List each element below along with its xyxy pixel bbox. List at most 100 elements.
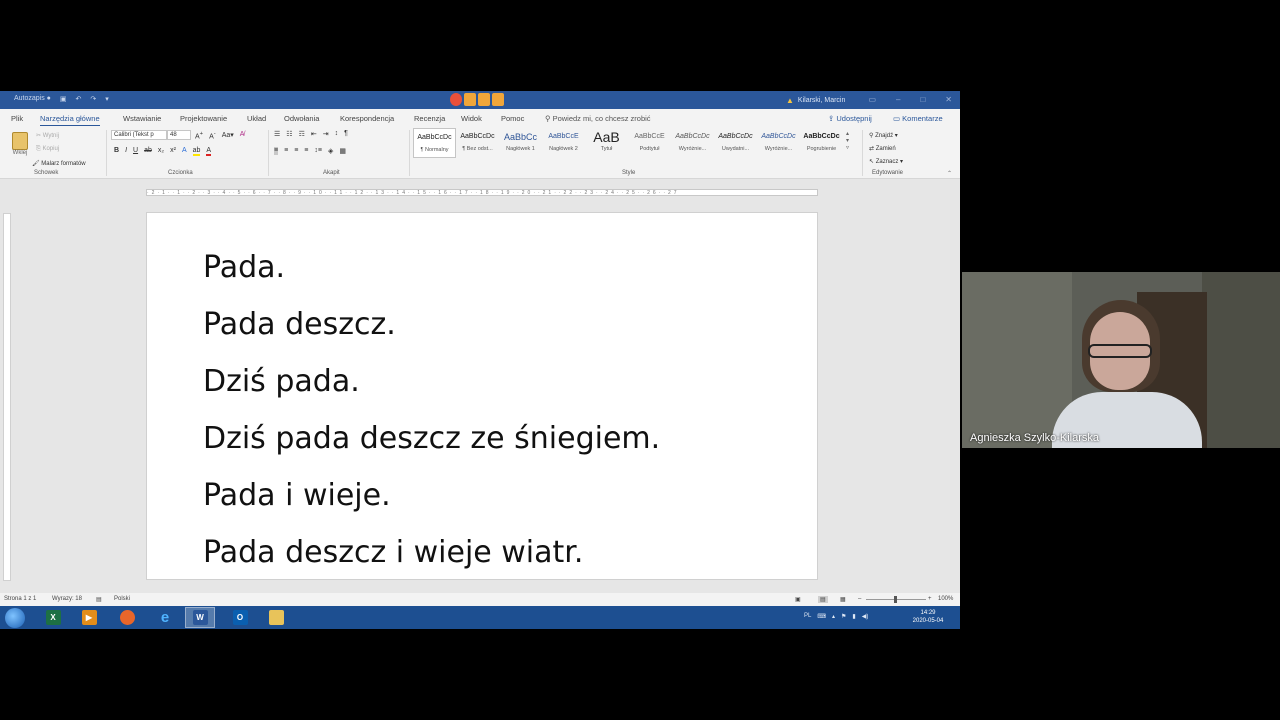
- word-count[interactable]: Wyrazy: 18: [52, 596, 82, 602]
- tab-references[interactable]: Odwołania: [284, 114, 319, 123]
- grow-font-icon[interactable]: A+: [195, 131, 203, 140]
- keyboard-icon[interactable]: ⌨: [817, 613, 826, 620]
- sort-icon[interactable]: ↕: [335, 130, 339, 138]
- taskbar-app-firefox[interactable]: [112, 607, 142, 628]
- collapse-ribbon-icon[interactable]: ⌃: [947, 170, 952, 177]
- redo-icon[interactable]: ↷: [90, 95, 96, 103]
- network-icon[interactable]: ▮: [852, 613, 855, 620]
- tab-design[interactable]: Projektowanie: [180, 114, 227, 123]
- taskbar-app-internet-explorer[interactable]: e: [150, 607, 180, 628]
- print-layout-icon[interactable]: ▤: [818, 596, 828, 603]
- paste-button[interactable]: Wklej: [8, 132, 32, 156]
- pilcrow-icon[interactable]: ¶: [344, 130, 348, 138]
- zoom-in-icon[interactable]: +: [928, 596, 932, 602]
- tab-help[interactable]: Pomoc: [501, 114, 524, 123]
- align-center-icon[interactable]: ≡: [284, 147, 288, 155]
- shading-icon[interactable]: ◈: [328, 147, 333, 155]
- taskbar-app-excel[interactable]: X: [38, 607, 68, 628]
- style-title[interactable]: AaB Tytuł: [585, 128, 628, 158]
- save-icon[interactable]: ▣: [60, 95, 67, 103]
- language-indicator[interactable]: PL: [804, 613, 811, 620]
- align-right-icon[interactable]: ≡: [294, 147, 298, 155]
- format-painter-button[interactable]: 🖌 Malarz formatów: [32, 160, 86, 167]
- change-case-icon[interactable]: Aa▾: [222, 131, 234, 140]
- page-count[interactable]: Strona 1 z 1: [4, 596, 36, 602]
- justify-icon[interactable]: ≡: [304, 147, 308, 155]
- taskbar-app-outlook[interactable]: O: [225, 607, 255, 628]
- zoom-level[interactable]: 100%: [938, 596, 953, 602]
- start-button[interactable]: [5, 608, 25, 628]
- tab-view[interactable]: Widok: [461, 114, 482, 123]
- mic-icon[interactable]: [478, 93, 490, 106]
- share-screen-icon[interactable]: [492, 93, 504, 106]
- camera-icon[interactable]: [464, 93, 476, 106]
- zoom-out-icon[interactable]: –: [858, 596, 861, 602]
- comments-button[interactable]: ▭ Komentarze: [893, 114, 943, 123]
- flag-icon[interactable]: ⚑: [841, 613, 846, 620]
- document-line[interactable]: Pada deszcz.: [203, 296, 660, 353]
- document-line[interactable]: Pada deszcz i wieje wiatr.: [203, 524, 660, 581]
- styles-scroll[interactable]: ▴ ▾ ▿: [846, 130, 849, 151]
- multilevel-list-icon[interactable]: ☶: [299, 130, 305, 138]
- taskbar-app-file-explorer[interactable]: [261, 607, 291, 628]
- style-no-spacing[interactable]: AaBbCcDc ¶ Bez odst...: [456, 128, 499, 158]
- borders-icon[interactable]: ▦: [339, 147, 346, 155]
- underline-icon[interactable]: U: [133, 147, 138, 156]
- cut-button[interactable]: ✂ Wytnij: [36, 132, 59, 139]
- zoom-slider-thumb[interactable]: [894, 596, 897, 603]
- taskbar-app-word[interactable]: W: [185, 607, 215, 628]
- subscript-icon[interactable]: x₂: [158, 147, 164, 156]
- find-button[interactable]: ⚲ Znajdź ▾: [869, 132, 898, 139]
- style-subtitle[interactable]: AaBbCcE Podtytuł: [628, 128, 671, 158]
- share-button[interactable]: ⇪ Udostępnij: [828, 114, 872, 123]
- close-icon[interactable]: ✕: [945, 95, 952, 104]
- style-intense-emphasis[interactable]: AaBbCcDc Wyróżnie...: [757, 128, 800, 158]
- style-heading-2[interactable]: AaBbCcE Nagłówek 2: [542, 128, 585, 158]
- style-strong[interactable]: AaBbCcDc Pogrubienie: [800, 128, 843, 158]
- language[interactable]: Polski: [114, 596, 130, 602]
- font-color-icon[interactable]: A: [206, 147, 212, 156]
- tab-mailings[interactable]: Korespondencja: [340, 114, 394, 123]
- document-body[interactable]: Pada. Pada deszcz. Dziś pada. Dziś pada …: [203, 239, 660, 581]
- autosave-toggle[interactable]: Autozapis ●: [14, 95, 51, 103]
- tab-file[interactable]: Plik: [11, 114, 23, 123]
- text-effects-icon[interactable]: A: [182, 147, 187, 156]
- web-layout-icon[interactable]: ▦: [840, 596, 846, 603]
- bullets-icon[interactable]: ☰: [274, 130, 280, 138]
- style-heading-1[interactable]: AaBbCc Nagłówek 1: [499, 128, 542, 158]
- font-name-select[interactable]: Calibri (Tekst p: [111, 130, 167, 140]
- increase-indent-icon[interactable]: ⇥: [323, 130, 329, 138]
- maximize-icon[interactable]: □: [920, 95, 925, 104]
- ribbon-display-icon[interactable]: ▭: [868, 95, 876, 104]
- font-size-select[interactable]: 48: [167, 130, 191, 140]
- undo-icon[interactable]: ↶: [76, 95, 82, 103]
- align-left-icon[interactable]: ≡: [274, 147, 279, 155]
- style-normal[interactable]: AaBbCcDc ¶ Normalny: [413, 128, 456, 158]
- tell-me-search[interactable]: ⚲ Powiedz mi, co chcesz zrobić: [545, 114, 651, 123]
- minimize-icon[interactable]: –: [896, 95, 900, 104]
- tab-layout[interactable]: Układ: [247, 114, 266, 123]
- document-line[interactable]: Dziś pada.: [203, 353, 660, 410]
- customize-qat-icon[interactable]: ▾: [105, 95, 109, 103]
- document-line[interactable]: Dziś pada deszcz ze śniegiem.: [203, 410, 660, 467]
- tab-insert[interactable]: Wstawianie: [123, 114, 161, 123]
- strikethrough-icon[interactable]: ab: [144, 147, 152, 156]
- clock[interactable]: 14:29 2020-05-04: [908, 609, 948, 625]
- copy-button[interactable]: ⎘ Kopiuj: [36, 146, 59, 153]
- shrink-font-icon[interactable]: A-: [209, 131, 216, 140]
- superscript-icon[interactable]: x²: [170, 147, 176, 156]
- tab-home[interactable]: Narzędzia główne: [40, 114, 100, 127]
- document-line[interactable]: Pada.: [203, 239, 660, 296]
- tab-review[interactable]: Recenzja: [414, 114, 445, 123]
- line-spacing-icon[interactable]: ↕≡: [314, 147, 322, 155]
- taskbar-app-media-player[interactable]: ▶: [74, 607, 104, 628]
- document-line[interactable]: Pada i wieje.: [203, 467, 660, 524]
- tray-expand-icon[interactable]: ▴: [832, 613, 835, 620]
- style-subtle-emphasis[interactable]: AaBbCcDc Wyróżnie...: [671, 128, 714, 158]
- focus-mode-icon[interactable]: ▣: [795, 596, 801, 603]
- proofing-icon[interactable]: ▤: [96, 596, 102, 603]
- volume-icon[interactable]: ◀): [862, 613, 869, 620]
- record-icon[interactable]: [450, 93, 462, 106]
- replace-button[interactable]: ⇄ Zamień: [869, 145, 896, 152]
- italic-icon[interactable]: I: [125, 147, 127, 156]
